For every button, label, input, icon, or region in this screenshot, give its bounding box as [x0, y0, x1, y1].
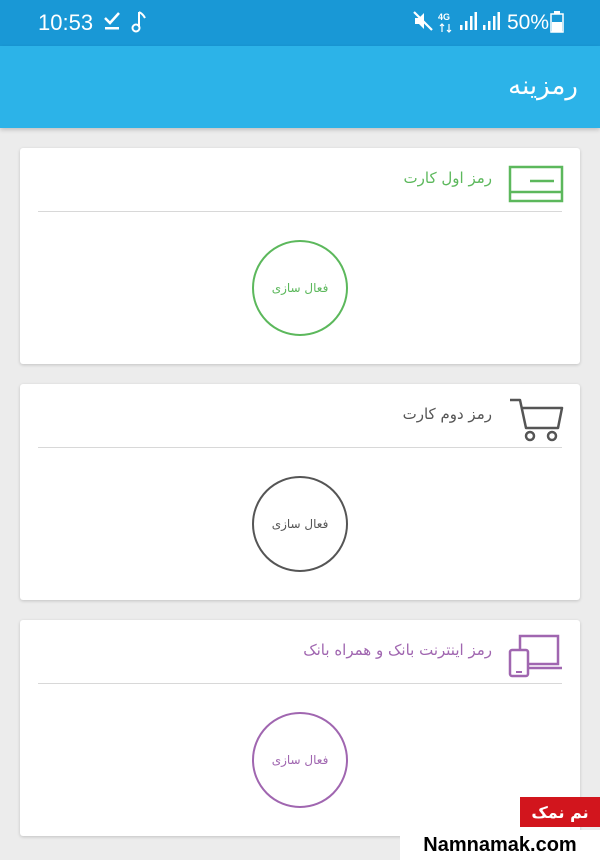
network-4g-label: 4G: [438, 12, 450, 22]
watermark-badge: نم نمک: [520, 797, 600, 827]
watermark-site: Namnamak.com: [400, 830, 600, 860]
card-icon: [508, 165, 564, 203]
divider: [38, 683, 562, 684]
app-bar: رمزینه: [0, 46, 600, 128]
divider: [38, 447, 562, 448]
mute-icon: [413, 11, 433, 31]
shopping-cart-icon: [510, 398, 564, 442]
signal-icon: [460, 12, 477, 30]
network-4g-icon: 4G: [438, 12, 452, 33]
card-internet-bank-pin: رمز اینترنت بانک و همراه بانک فعال سازی: [20, 620, 580, 836]
battery-icon: [550, 11, 564, 33]
download-done-icon: [104, 12, 120, 30]
card-title: رمز اول کارت: [403, 169, 492, 187]
activate-button[interactable]: فعال سازی: [252, 476, 348, 572]
activate-button[interactable]: فعال سازی: [252, 712, 348, 808]
card-first-pin: رمز اول کارت فعال سازی: [20, 148, 580, 364]
music-note-icon: [131, 11, 146, 33]
devices-icon: [508, 634, 562, 678]
status-time: 10:53: [38, 10, 94, 35]
signal-icon: [483, 12, 500, 30]
card-title: رمز اینترنت بانک و همراه بانک: [303, 641, 492, 659]
status-bar: 10:53 4G 50%: [0, 0, 600, 46]
card-second-pin: رمز دوم کارت فعال سازی: [20, 384, 580, 600]
page-title: رمزینه: [508, 71, 578, 101]
card-title: رمز دوم کارت: [402, 405, 492, 423]
divider: [38, 211, 562, 212]
battery-percent: 50%: [507, 11, 550, 34]
activate-button[interactable]: فعال سازی: [252, 240, 348, 336]
